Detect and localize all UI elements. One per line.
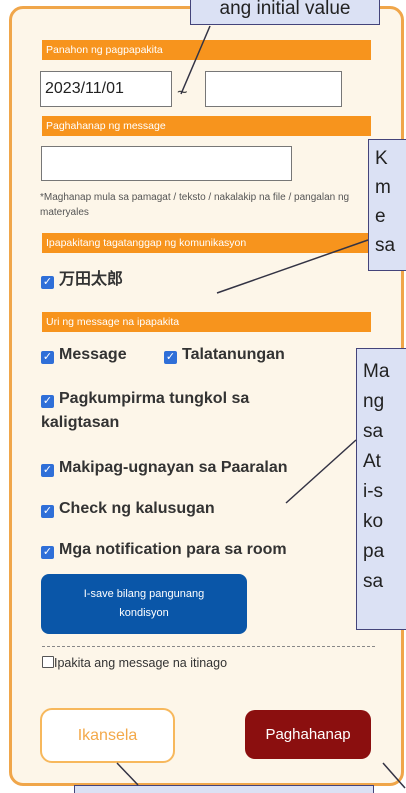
callout-leader-lines bbox=[116, 25, 406, 789]
